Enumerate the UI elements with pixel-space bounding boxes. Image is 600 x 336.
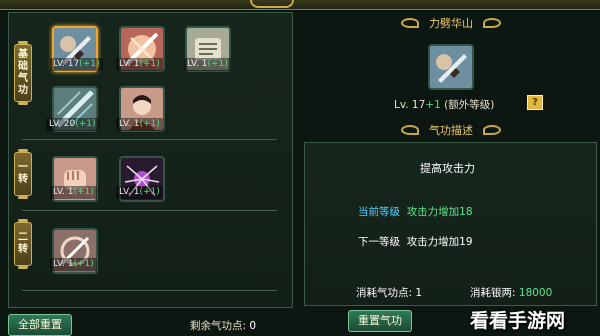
level-text: Lv. 17	[394, 99, 426, 111]
remaining-points: 剩余气功点: 0	[190, 320, 257, 332]
level-text: LV. 1	[53, 259, 74, 269]
skill-title: 力劈华山	[429, 17, 473, 30]
section-label-second-turn: 二 转	[14, 219, 32, 269]
level-bonus: (+1)	[79, 59, 100, 69]
frame-ornament	[250, 0, 294, 8]
cost-points: 消耗气功点: 1	[356, 287, 423, 299]
ornament-right-icon	[483, 18, 501, 28]
level-bonus: (+1)	[139, 119, 160, 129]
section-char: 二	[18, 232, 28, 243]
level-bonus: (+1)	[73, 187, 94, 197]
skill-level-5: LV. 1(+1)	[116, 118, 163, 131]
skill-level-1: LV. 17(+1)	[50, 58, 103, 71]
skill-level-8: LV. 1(+1)	[50, 258, 97, 271]
next-level-line: 下一等级 攻击力增加19	[358, 234, 473, 249]
extra-level-note: (额外等级)	[444, 99, 495, 111]
ornament-left-icon	[401, 18, 419, 28]
section-char: 转	[18, 244, 28, 255]
level-text: LV. 1	[119, 187, 140, 197]
section-char: 功	[18, 85, 28, 96]
section-char: 一	[18, 162, 28, 173]
section-char: 气	[18, 73, 28, 84]
level-bonus: +1	[425, 99, 441, 111]
top-frame-border	[0, 0, 600, 10]
level-text: LV. 1	[187, 59, 208, 69]
sword-icon	[430, 46, 472, 88]
level-text: LV. 20	[49, 119, 76, 129]
skill-level-3: LV. 1(+1)	[184, 58, 231, 71]
watermark-text: 看看手游网	[470, 310, 566, 332]
skill-title-row: 力劈华山	[306, 14, 596, 32]
current-level-label: 当前等级	[358, 206, 400, 218]
reset-skill-button[interactable]: 重置气功	[348, 310, 412, 332]
section-char: 转	[18, 174, 28, 185]
next-level-label: 下一等级	[358, 236, 400, 248]
section-char: 基	[18, 49, 28, 60]
cost-silver: 消耗银两: 18000	[470, 287, 553, 299]
remaining-value: 0	[249, 320, 257, 332]
selected-skill-level: Lv. 17+1 (额外等级)	[394, 97, 494, 112]
selected-skill-icon	[428, 44, 474, 90]
level-bonus: (+1)	[207, 59, 228, 69]
skill-level-4: LV. 20(+1)	[46, 118, 99, 131]
section-char: 础	[18, 61, 28, 72]
section-divider	[22, 139, 277, 140]
level-bonus: (+1)	[139, 187, 160, 197]
remaining-label: 剩余气功点	[190, 320, 243, 332]
desc-title-row: 气功描述	[306, 121, 596, 139]
current-level-line: 当前等级 攻击力增加18	[358, 204, 473, 219]
skill-level-7: LV. 1(+1)	[116, 186, 163, 199]
section-label-basic: 基 础 气 功	[14, 41, 32, 105]
level-bonus: (+1)	[139, 59, 160, 69]
skill-description: 提高攻击力	[420, 162, 475, 175]
cost-silver-value: 18000	[518, 287, 553, 299]
level-bonus: (+1)	[73, 259, 94, 269]
section-label-first-turn: 一 转	[14, 149, 32, 199]
level-text: LV. 1	[119, 59, 140, 69]
level-text: LV. 1	[119, 119, 140, 129]
next-level-value: 攻击力增加19	[406, 236, 473, 248]
cost-points-value: 1	[415, 287, 423, 299]
cost-points-label: 消耗气功点	[356, 287, 409, 299]
skill-level-2: LV. 1(+1)	[116, 58, 163, 71]
section-divider	[22, 210, 277, 211]
skill-level-6: LV. 1(+1)	[50, 186, 97, 199]
current-level-value: 攻击力增加18	[406, 206, 473, 218]
level-text: LV. 1	[53, 187, 74, 197]
level-text: LV. 17	[53, 59, 80, 69]
reset-all-button[interactable]: 全部重置	[8, 314, 72, 336]
help-button[interactable]: ?	[527, 95, 543, 110]
ornament-left-icon	[401, 125, 419, 135]
ornament-right-icon	[483, 125, 501, 135]
cost-silver-label: 消耗银两	[470, 287, 512, 299]
desc-section-title: 气功描述	[429, 124, 473, 137]
level-bonus: (+1)	[75, 119, 96, 129]
section-divider	[22, 290, 277, 291]
